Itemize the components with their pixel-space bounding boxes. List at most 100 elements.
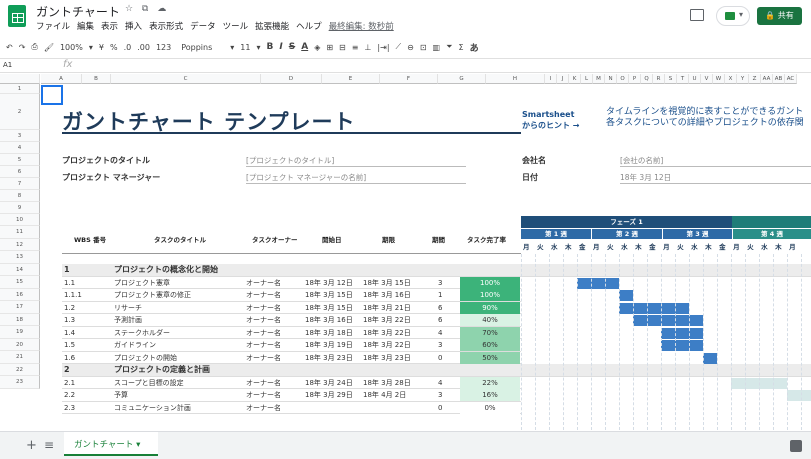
- gantt-bar[interactable]: [619, 302, 690, 314]
- column-header[interactable]: F: [380, 74, 438, 84]
- start-date-cell[interactable]: 18年 3月 29日: [305, 389, 353, 402]
- insert-chart-icon[interactable]: ▥: [433, 43, 441, 52]
- task-row[interactable]: 2.2 予算 オーナー名 18年 3月 29日 18年 4月 2日 3 16%: [62, 389, 521, 402]
- duration-cell[interactable]: 1: [438, 289, 442, 302]
- duration-cell[interactable]: 0: [438, 402, 442, 415]
- owner-cell[interactable]: オーナー名: [246, 339, 281, 352]
- menu-file[interactable]: ファイル: [36, 20, 70, 32]
- menu-tools[interactable]: ツール: [223, 20, 249, 32]
- duration-cell[interactable]: 3: [438, 277, 442, 290]
- vertical-align-icon[interactable]: ⊥: [364, 43, 371, 52]
- owner-cell[interactable]: オーナー名: [246, 277, 281, 290]
- column-header[interactable]: W: [713, 74, 725, 84]
- due-date-cell[interactable]: 18年 3月 22日: [363, 314, 411, 327]
- row-header[interactable]: 11: [0, 226, 40, 239]
- bold-button[interactable]: B: [267, 42, 274, 52]
- column-header[interactable]: E: [322, 74, 380, 84]
- document-title[interactable]: ガントチャート: [36, 3, 120, 20]
- redo-icon[interactable]: ↷: [19, 43, 26, 52]
- column-header[interactable]: Z: [749, 74, 761, 84]
- owner-cell[interactable]: オーナー名: [246, 377, 281, 390]
- wbs-cell[interactable]: 1.3: [64, 314, 75, 327]
- wbs-cell[interactable]: 1.4: [64, 327, 75, 340]
- print-icon[interactable]: ⎙: [31, 42, 37, 52]
- row-header[interactable]: 15: [0, 276, 40, 289]
- start-date-cell[interactable]: 18年 3月 15日: [305, 302, 353, 315]
- column-header[interactable]: R: [653, 74, 665, 84]
- column-header[interactable]: AA: [761, 74, 773, 84]
- row-header[interactable]: 21: [0, 351, 40, 364]
- gantt-bar[interactable]: [703, 352, 718, 364]
- sheet-grid[interactable]: A B C D E F G H I J K L M N O P Q R S T U V W X Y Z AA AB AC 1234567…: [0, 74, 811, 430]
- duration-cell[interactable]: 6: [438, 302, 442, 315]
- font-select[interactable]: Poppins: [181, 43, 212, 52]
- merge-cells-icon[interactable]: ⊟: [339, 43, 346, 52]
- wbs-cell[interactable]: 2: [64, 364, 70, 377]
- row-header[interactable]: 4: [0, 142, 40, 154]
- task-title-cell[interactable]: 予測計画: [114, 314, 142, 327]
- duration-cell[interactable]: 3: [438, 389, 442, 402]
- row-header[interactable]: 1: [0, 84, 40, 94]
- strikethrough-button[interactable]: S: [289, 42, 295, 52]
- more-formats-button[interactable]: 123: [156, 43, 171, 52]
- task-row[interactable]: 1.4 ステークホルダー オーナー名 18年 3月 18日 18年 3月 22日 4 70%: [62, 326, 521, 340]
- last-edit-link[interactable]: 最終編集: 数秒前: [329, 20, 394, 32]
- paint-format-icon[interactable]: 🖌: [44, 43, 54, 52]
- sheets-logo-icon[interactable]: [8, 5, 26, 27]
- chevron-down-icon[interactable]: ▾: [89, 43, 93, 52]
- column-header[interactable]: AB: [773, 74, 785, 84]
- row-header[interactable]: 5: [0, 154, 40, 166]
- percent-complete-cell[interactable]: 0%: [460, 401, 520, 414]
- task-title-cell[interactable]: ステークホルダー: [114, 327, 170, 340]
- owner-cell[interactable]: オーナー名: [246, 314, 281, 327]
- percent-complete-cell[interactable]: 100%: [460, 289, 520, 301]
- percent-complete-cell[interactable]: 60%: [460, 339, 520, 351]
- wbs-cell[interactable]: 1.1.1: [64, 289, 82, 302]
- row-header[interactable]: 6: [0, 166, 40, 178]
- column-header[interactable]: N: [605, 74, 617, 84]
- task-title-cell[interactable]: プロジェクト憲章の修正: [114, 289, 191, 302]
- start-date-cell[interactable]: 18年 3月 24日: [305, 377, 353, 390]
- gantt-bar[interactable]: [619, 290, 634, 301]
- percent-complete-cell[interactable]: 50%: [460, 351, 520, 364]
- owner-cell[interactable]: オーナー名: [246, 402, 281, 415]
- due-date-cell[interactable]: 18年 3月 22日: [363, 339, 411, 352]
- row-header[interactable]: 19: [0, 326, 40, 339]
- gantt-bar[interactable]: [633, 315, 704, 326]
- percent-complete-cell[interactable]: 100%: [460, 276, 520, 289]
- menu-edit[interactable]: 編集: [77, 20, 94, 32]
- menu-view[interactable]: 表示: [101, 20, 118, 32]
- row-header[interactable]: 18: [0, 313, 40, 326]
- start-date-cell[interactable]: 18年 3月 18日: [305, 327, 353, 340]
- chevron-down-icon[interactable]: ▾: [256, 43, 260, 52]
- task-row[interactable]: 1.6 プロジェクトの開始 オーナー名 18年 3月 23日 18年 3月 23日 0 50…: [62, 351, 521, 364]
- menu-format[interactable]: 表示形式: [149, 20, 183, 32]
- row-header[interactable]: 12: [0, 238, 40, 251]
- gantt-bar[interactable]: [661, 327, 704, 339]
- column-header[interactable]: X: [725, 74, 737, 84]
- percent-complete-cell[interactable]: 40%: [460, 314, 520, 326]
- project-manager-value[interactable]: [プロジェクト マネージャーの名前]: [246, 172, 466, 184]
- menu-extensions[interactable]: 拡張機能: [255, 20, 289, 32]
- start-date-cell[interactable]: 18年 3月 16日: [305, 314, 353, 327]
- name-box[interactable]: A1: [3, 61, 12, 69]
- insert-link-icon[interactable]: ⊖: [407, 43, 414, 52]
- share-button[interactable]: 🔒 共有: [757, 7, 802, 25]
- text-color-button[interactable]: A: [301, 42, 308, 52]
- owner-cell[interactable]: オーナー名: [246, 327, 281, 340]
- row-header[interactable]: 20: [0, 338, 40, 351]
- duration-cell[interactable]: 4: [438, 377, 442, 390]
- all-sheets-icon[interactable]: ≡: [44, 438, 54, 452]
- row-header[interactable]: 7: [0, 178, 40, 190]
- italic-button[interactable]: I: [279, 42, 282, 52]
- task-title-cell[interactable]: プロジェクトの定義と計画: [114, 364, 210, 377]
- percent-complete-cell[interactable]: 22%: [460, 376, 520, 389]
- column-header[interactable]: J: [557, 74, 569, 84]
- owner-cell[interactable]: オーナー名: [246, 389, 281, 402]
- selected-cell[interactable]: [41, 85, 63, 105]
- explore-icon[interactable]: [790, 440, 802, 452]
- wbs-cell[interactable]: 2.2: [64, 389, 75, 402]
- row-header[interactable]: 2: [0, 94, 40, 130]
- smartsheet-hint-link[interactable]: Smartsheet からのヒント →: [522, 109, 580, 131]
- column-header[interactable]: O: [617, 74, 629, 84]
